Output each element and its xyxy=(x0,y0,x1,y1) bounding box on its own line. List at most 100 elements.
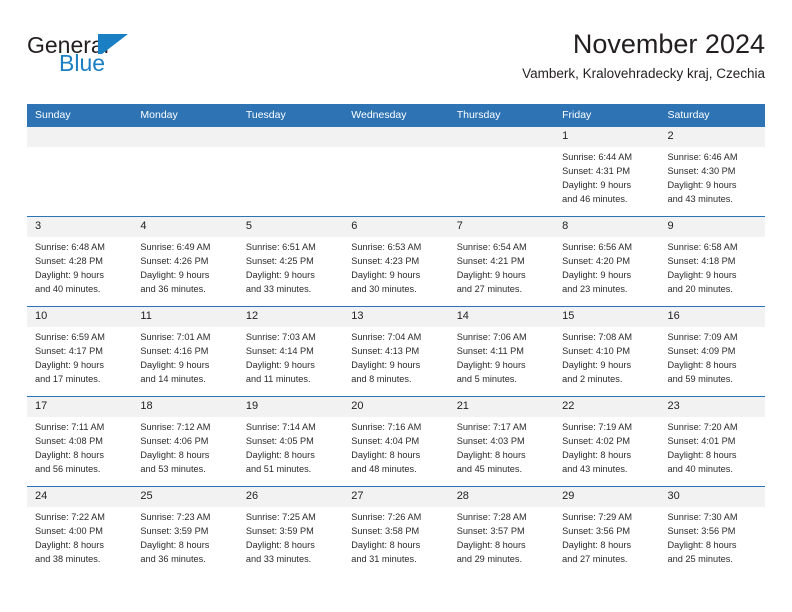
sunrise-text: Sunrise: 6:59 AM xyxy=(35,332,105,342)
daylight-text-line1: Daylight: 8 hours xyxy=(456,539,526,550)
calendar-week-row: 17 Sunrise: 7:11 AM Sunset: 4:08 PM Dayligh… xyxy=(27,396,765,487)
calendar-day-cell[interactable]: 18 Sunrise: 7:12 AM Sunset: 4:06 PM Dayligh… xyxy=(132,396,238,487)
calendar-day-cell[interactable]: 29 Sunrise: 7:29 AM Sunset: 3:56 PM Dayligh… xyxy=(554,486,660,576)
sunrise-text: Sunrise: 6:54 AM xyxy=(456,242,527,252)
daylight-text-line1: Daylight: 8 hours xyxy=(667,539,737,550)
sunset-text: Sunset: 4:00 PM xyxy=(35,525,103,536)
day-number: 13 xyxy=(343,307,449,327)
day-sun-info: Sunrise: 7:20 AM Sunset: 4:01 PM Daylight:… xyxy=(660,417,765,477)
calendar-day-cell[interactable]: 27 Sunrise: 7:26 AM Sunset: 3:58 PM Dayligh… xyxy=(343,486,449,576)
day-number: 16 xyxy=(659,307,765,327)
daylight-text-line2: and 40 minutes. xyxy=(35,283,101,294)
calendar-day-cell[interactable]: 15 Sunrise: 7:08 AM Sunset: 4:10 PM Dayligh… xyxy=(554,306,660,397)
calendar-day-cell[interactable]: 28 Sunrise: 7:28 AM Sunset: 3:57 PM Dayligh… xyxy=(448,486,555,576)
calendar-day-cell[interactable]: 30 Sunrise: 7:30 AM Sunset: 3:56 PM Dayligh… xyxy=(659,486,765,576)
sunset-text: Sunset: 4:20 PM xyxy=(562,255,631,266)
day-number: 10 xyxy=(27,307,133,327)
day-sun-info: Sunrise: 6:49 AM Sunset: 4:26 PM Daylight:… xyxy=(132,237,237,297)
daylight-text-line2: and 38 minutes. xyxy=(35,553,101,564)
calendar-day-cell[interactable]: 1 Sunrise: 6:44 AM Sunset: 4:31 PM Daylight… xyxy=(554,126,660,217)
daylight-text-line2: and 5 minutes. xyxy=(456,373,517,384)
sunrise-text: Sunrise: 6:56 AM xyxy=(562,242,633,252)
sunrise-text: Sunrise: 7:06 AM xyxy=(456,332,527,342)
calendar-day-cell[interactable]: 2 Sunrise: 6:46 AM Sunset: 4:30 PM Daylight… xyxy=(659,126,765,217)
day-sun-info: Sunrise: 7:16 AM Sunset: 4:04 PM Daylight:… xyxy=(343,417,448,477)
calendar-day-cell[interactable]: 12 Sunrise: 7:03 AM Sunset: 4:14 PM Dayligh… xyxy=(237,306,344,397)
calendar-week-row: 24 Sunrise: 7:22 AM Sunset: 4:00 PM Dayligh… xyxy=(27,486,765,576)
calendar-day-cell[interactable]: 7 Sunrise: 6:54 AM Sunset: 4:21 PM Daylight… xyxy=(448,216,555,307)
sunset-text: Sunset: 3:56 PM xyxy=(562,525,631,536)
calendar-day-cell[interactable]: 20 Sunrise: 7:16 AM Sunset: 4:04 PM Dayligh… xyxy=(343,396,449,487)
daylight-text-line2: and 48 minutes. xyxy=(351,463,417,474)
day-number: 1 xyxy=(554,127,660,147)
calendar-day-cell[interactable]: 11 Sunrise: 7:01 AM Sunset: 4:16 PM Dayligh… xyxy=(132,306,238,397)
sunrise-text: Sunrise: 7:01 AM xyxy=(140,332,211,342)
sunrise-text: Sunrise: 7:29 AM xyxy=(562,512,633,522)
day-sun-info: Sunrise: 7:28 AM Sunset: 3:57 PM Daylight:… xyxy=(449,507,554,567)
day-sun-info: Sunrise: 6:51 AM Sunset: 4:25 PM Daylight:… xyxy=(238,237,343,297)
daylight-text-line2: and 27 minutes. xyxy=(456,283,523,294)
sunrise-text: Sunrise: 7:11 AM xyxy=(35,422,105,432)
calendar-day-cell[interactable]: 26 Sunrise: 7:25 AM Sunset: 3:59 PM Dayligh… xyxy=(237,486,344,576)
calendar-day-cell[interactable]: 5 Sunrise: 6:51 AM Sunset: 4:25 PM Daylight… xyxy=(237,216,344,307)
calendar-day-cell[interactable]: 17 Sunrise: 7:11 AM Sunset: 4:08 PM Dayligh… xyxy=(27,396,133,487)
daylight-text-line1: Daylight: 8 hours xyxy=(351,449,421,460)
calendar-day-cell[interactable]: 23 Sunrise: 7:20 AM Sunset: 4:01 PM Dayligh… xyxy=(659,396,765,487)
weekday-header-row: Sunday Monday Tuesday Wednesday Thursday Frid… xyxy=(27,104,765,127)
day-number xyxy=(343,127,449,147)
sunrise-text: Sunrise: 7:30 AM xyxy=(667,512,738,522)
sunset-text: Sunset: 4:10 PM xyxy=(562,345,631,356)
daylight-text-line2: and 2 minutes. xyxy=(562,373,623,384)
daylight-text-line2: and 20 minutes. xyxy=(667,283,733,294)
day-sun-info: Sunrise: 6:54 AM Sunset: 4:21 PM Daylight:… xyxy=(449,237,554,297)
calendar-header-row: Sunday Monday Tuesday Wednesday Thursday Frid… xyxy=(27,104,765,127)
day-sun-info: Sunrise: 6:53 AM Sunset: 4:23 PM Daylight:… xyxy=(343,237,448,297)
sunrise-text: Sunrise: 7:26 AM xyxy=(351,512,422,522)
daylight-text-line2: and 45 minutes. xyxy=(456,463,523,474)
day-number: 3 xyxy=(27,217,133,237)
daylight-text-line2: and 30 minutes. xyxy=(351,283,417,294)
sunset-text: Sunset: 4:03 PM xyxy=(456,435,525,446)
calendar-day-cell[interactable]: 19 Sunrise: 7:14 AM Sunset: 4:05 PM Dayligh… xyxy=(237,396,344,487)
calendar-day-cell[interactable]: 25 Sunrise: 7:23 AM Sunset: 3:59 PM Dayligh… xyxy=(132,486,238,576)
calendar-day-cell[interactable]: 3 Sunrise: 6:48 AM Sunset: 4:28 PM Daylight… xyxy=(27,216,133,307)
day-number: 20 xyxy=(343,397,449,417)
calendar-day-cell[interactable]: 22 Sunrise: 7:19 AM Sunset: 4:02 PM Dayligh… xyxy=(554,396,660,487)
calendar-day-cell[interactable]: 6 Sunrise: 6:53 AM Sunset: 4:23 PM Daylight… xyxy=(343,216,449,307)
day-number: 15 xyxy=(554,307,660,327)
calendar-day-cell[interactable]: 21 Sunrise: 7:17 AM Sunset: 4:03 PM Dayligh… xyxy=(448,396,555,487)
sunrise-text: Sunrise: 7:22 AM xyxy=(35,512,105,522)
weekday-header-sunday: Sunday xyxy=(27,104,133,127)
daylight-text-line1: Daylight: 9 hours xyxy=(456,269,526,280)
calendar-day-cell[interactable]: 10 Sunrise: 6:59 AM Sunset: 4:17 PM Dayligh… xyxy=(27,306,133,397)
calendar-day-cell[interactable]: 14 Sunrise: 7:06 AM Sunset: 4:11 PM Dayligh… xyxy=(448,306,555,397)
calendar-day-cell[interactable]: 8 Sunrise: 6:56 AM Sunset: 4:20 PM Daylight… xyxy=(554,216,660,307)
sunrise-text: Sunrise: 7:03 AM xyxy=(245,332,316,342)
calendar-day-cell[interactable]: 24 Sunrise: 7:22 AM Sunset: 4:00 PM Dayligh… xyxy=(27,486,133,576)
daylight-text-line2: and 59 minutes. xyxy=(667,373,733,384)
day-number: 24 xyxy=(27,487,133,507)
daylight-text-line2: and 36 minutes. xyxy=(140,553,206,564)
sunset-text: Sunset: 4:05 PM xyxy=(245,435,314,446)
day-number: 18 xyxy=(132,397,238,417)
sunrise-text: Sunrise: 7:17 AM xyxy=(456,422,527,432)
page-header: General Blue November 2024 Vamberk, Kral… xyxy=(27,29,765,96)
daylight-text-line2: and 36 minutes. xyxy=(140,283,206,294)
day-number: 22 xyxy=(554,397,660,417)
daylight-text-line2: and 33 minutes. xyxy=(245,283,312,294)
calendar-week-row: 10 Sunrise: 6:59 AM Sunset: 4:17 PM Dayligh… xyxy=(27,306,765,397)
sunset-text: Sunset: 3:58 PM xyxy=(351,525,420,536)
calendar-day-cell[interactable]: 16 Sunrise: 7:09 AM Sunset: 4:09 PM Dayligh… xyxy=(659,306,765,397)
calendar-day-cell[interactable]: 13 Sunrise: 7:04 AM Sunset: 4:13 PM Dayligh… xyxy=(343,306,449,397)
daylight-text-line1: Daylight: 8 hours xyxy=(245,539,315,550)
day-number xyxy=(132,127,238,147)
calendar-day-cell[interactable]: 4 Sunrise: 6:49 AM Sunset: 4:26 PM Daylight… xyxy=(132,216,238,307)
sunrise-text: Sunrise: 7:04 AM xyxy=(351,332,422,342)
calendar-day-cell-empty xyxy=(237,126,344,217)
daylight-text-line1: Daylight: 8 hours xyxy=(667,449,737,460)
sunrise-text: Sunrise: 6:53 AM xyxy=(351,242,422,252)
sunrise-text: Sunrise: 6:46 AM xyxy=(667,152,738,162)
weekday-header-friday: Friday xyxy=(554,104,660,127)
calendar-day-cell[interactable]: 9 Sunrise: 6:58 AM Sunset: 4:18 PM Daylight… xyxy=(659,216,765,307)
day-number: 17 xyxy=(27,397,133,417)
